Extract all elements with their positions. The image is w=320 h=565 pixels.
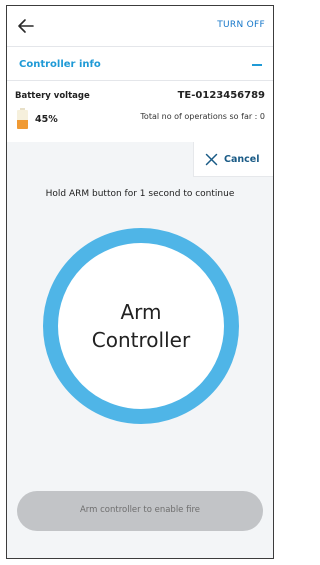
arm-label-line1: Arm <box>120 300 162 324</box>
enable-fire-label: Arm controller to enable fire <box>79 505 201 515</box>
serial-number: TE-0123456789 <box>177 90 265 101</box>
top-bar: TURN OFF <box>7 6 273 46</box>
arm-controller-label: Arm Controller <box>58 298 224 354</box>
controller-info-title: Controller info <box>19 59 101 70</box>
close-icon <box>205 153 218 166</box>
turn-off-button[interactable]: TURN OFF <box>217 20 265 30</box>
arm-controller-button[interactable]: Arm Controller <box>43 228 239 424</box>
battery-voltage-label: Battery voltage <box>15 91 90 101</box>
battery-level-fill <box>17 120 28 129</box>
controller-info-header[interactable]: Controller info <box>7 46 273 81</box>
battery-icon <box>17 108 28 129</box>
collapse-icon[interactable] <box>249 57 265 71</box>
app-screen: TURN OFF Controller info Battery voltage… <box>6 5 274 559</box>
back-button[interactable] <box>15 16 37 36</box>
battery-percent: 45% <box>35 114 58 125</box>
operations-count: Total no of operations so far : 0 <box>140 112 265 121</box>
arming-area: Cancel Hold ARM button for 1 second to c… <box>7 142 273 558</box>
arrow-left-icon <box>18 19 34 33</box>
hold-instruction: Hold ARM button for 1 second to continue <box>45 189 235 199</box>
cancel-button[interactable]: Cancel <box>193 142 273 177</box>
cancel-label: Cancel <box>224 154 260 165</box>
enable-fire-button[interactable]: Arm controller to enable fire <box>17 491 263 531</box>
arm-label-line2: Controller <box>91 328 191 352</box>
controller-info-panel: Battery voltage TE-0123456789 45% Total … <box>7 82 273 142</box>
